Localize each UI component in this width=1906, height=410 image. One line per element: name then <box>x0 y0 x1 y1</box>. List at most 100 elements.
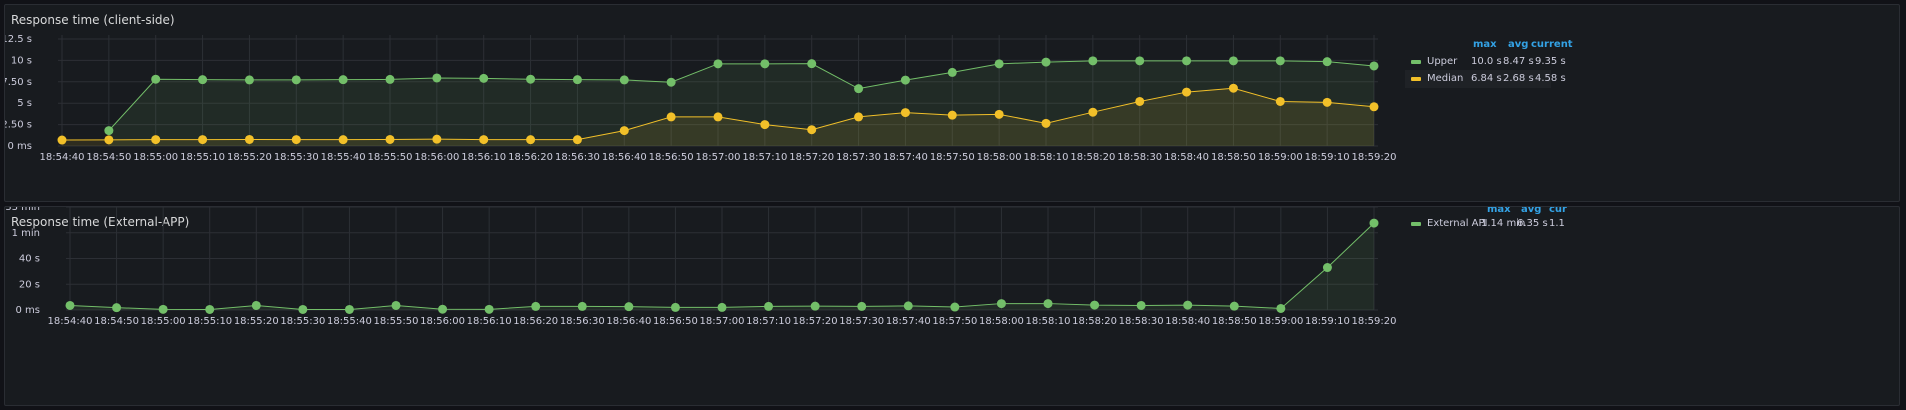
data-point <box>994 59 1004 69</box>
grid <box>66 207 1378 311</box>
data-point <box>1088 107 1098 117</box>
data-point <box>1369 61 1379 71</box>
data-point <box>713 112 723 122</box>
data-point <box>760 59 770 69</box>
data-point <box>950 302 960 312</box>
legend-header-max[interactable]: max <box>1473 39 1497 50</box>
legend-header-current[interactable]: current <box>1531 39 1573 50</box>
data-point <box>1182 87 1192 97</box>
legend-max-median: 6.84 s <box>1471 73 1502 84</box>
data-point <box>1276 303 1286 313</box>
x-tick-label: 18:58:20 <box>1072 316 1117 327</box>
data-point <box>244 75 254 85</box>
x-tick-label: 18:56:10 <box>461 152 506 163</box>
y-tick-label: 1.33 min <box>5 207 40 213</box>
data-point <box>158 304 168 314</box>
data-point <box>438 304 448 314</box>
legend-swatch-upper <box>1411 60 1421 64</box>
x-tick-label: 18:57:50 <box>932 316 977 327</box>
data-point <box>291 135 301 145</box>
data-point <box>994 109 1004 119</box>
x-tick-label: 18:54:40 <box>40 152 85 163</box>
data-point <box>947 110 957 120</box>
data-point <box>526 74 536 84</box>
x-tick-label: 18:57:40 <box>883 152 928 163</box>
legend-item-upper[interactable]: Upper 10.0 s 8.47 s 9.35 s <box>1405 53 1705 71</box>
x-tick-label: 18:55:20 <box>234 316 279 327</box>
x-tick-label: 18:58:10 <box>1026 316 1071 327</box>
legend-max-upper: 10.0 s <box>1471 56 1502 67</box>
x-tick-label: 18:55:20 <box>227 152 272 163</box>
data-point <box>338 135 348 145</box>
x-tick-label: 18:59:20 <box>1352 152 1397 163</box>
x-tick-label: 18:55:50 <box>368 152 413 163</box>
data-point <box>198 135 208 145</box>
x-tick-label: 18:57:00 <box>700 316 745 327</box>
panel-client-side: Response time (client-side) 0 ms2.50 s5 … <box>4 4 1900 202</box>
data-point <box>244 134 254 144</box>
x-tick-label: 18:56:20 <box>508 152 553 163</box>
data-point <box>1090 300 1100 310</box>
legend-current-median: 4.58 s <box>1535 73 1566 84</box>
x-tick-label: 18:59:10 <box>1305 316 1350 327</box>
data-point <box>666 112 676 122</box>
x-tick-label: 18:57:50 <box>930 152 975 163</box>
x-tick-label: 18:59:20 <box>1352 316 1397 327</box>
legend-item-external-api[interactable]: External API 1.14 min 6.35 s 1.1 <box>1405 215 1705 233</box>
x-tick-label: 18:57:10 <box>746 316 791 327</box>
x-tick-label: 18:58:40 <box>1164 152 1209 163</box>
legend-label-external-api: External API <box>1427 218 1488 229</box>
panel-external-app: Response time (External-APP) 0 ms 20 s 40 … <box>4 206 1900 406</box>
data-point <box>479 135 489 145</box>
x-tick-label: 18:56:50 <box>649 152 694 163</box>
x-tick-label: 18:55:50 <box>374 316 419 327</box>
data-point <box>854 84 864 94</box>
data-point <box>479 73 489 83</box>
data-point <box>1041 57 1051 67</box>
legend-header-avg[interactable]: avg <box>1521 207 1541 215</box>
data-point <box>717 302 727 312</box>
legend-swatch-median <box>1411 77 1421 81</box>
x-tick-label: 18:57:10 <box>742 152 787 163</box>
chart-client-side: 0 ms2.50 s5 s7.50 s10 s12.5 s18:54:4018:… <box>5 34 1397 163</box>
data-point <box>1041 118 1051 128</box>
legend-header-current[interactable]: cur <box>1549 207 1567 215</box>
x-tick-label: 18:55:40 <box>321 152 366 163</box>
x-tick-label: 18:54:50 <box>86 152 131 163</box>
data-point <box>572 75 582 85</box>
data-point <box>1043 299 1053 309</box>
data-point <box>1322 97 1332 107</box>
legend-header-avg[interactable]: avg <box>1508 39 1528 50</box>
y-tick-label: 10 s <box>11 55 32 66</box>
x-tick-label: 18:57:20 <box>793 316 838 327</box>
data-point <box>996 299 1006 309</box>
x-tick-label: 18:59:00 <box>1258 316 1303 327</box>
legend-header-max[interactable]: max <box>1487 207 1511 215</box>
legend-swatch-external-api <box>1411 222 1421 226</box>
y-tick-label: 20 s <box>19 279 40 290</box>
x-tick-label: 18:55:00 <box>133 152 178 163</box>
data-point <box>1322 57 1332 67</box>
data-point <box>65 300 75 310</box>
data-point <box>854 112 864 122</box>
x-tick-label: 18:58:50 <box>1211 152 1256 163</box>
x-tick-label: 18:57:20 <box>789 152 834 163</box>
data-point <box>1275 56 1285 66</box>
x-tick-label: 18:55:30 <box>280 316 325 327</box>
legend-item-median[interactable]: Median 6.84 s 2.68 s 4.58 s <box>1405 70 1566 88</box>
x-tick-label: 18:55:10 <box>180 152 225 163</box>
legend-label-median: Median <box>1427 73 1464 84</box>
data-point <box>624 302 634 312</box>
legend-avg-external-api: 6.35 s <box>1517 218 1548 229</box>
data-point <box>577 301 587 311</box>
x-tick-label: 18:58:50 <box>1212 316 1257 327</box>
data-point <box>432 134 442 144</box>
y-tick-label: 0 ms <box>16 305 41 316</box>
legend-client-side: max avg current Upper 10.0 s 8.47 s 9.35… <box>1405 39 1705 99</box>
legend-external-app: max avg cur External API 1.14 min 6.35 s… <box>1405 207 1901 267</box>
data-point <box>1135 56 1145 66</box>
data-point <box>807 59 817 69</box>
data-point <box>526 135 536 145</box>
data-point <box>112 303 122 313</box>
x-tick-label: 18:56:00 <box>420 316 465 327</box>
